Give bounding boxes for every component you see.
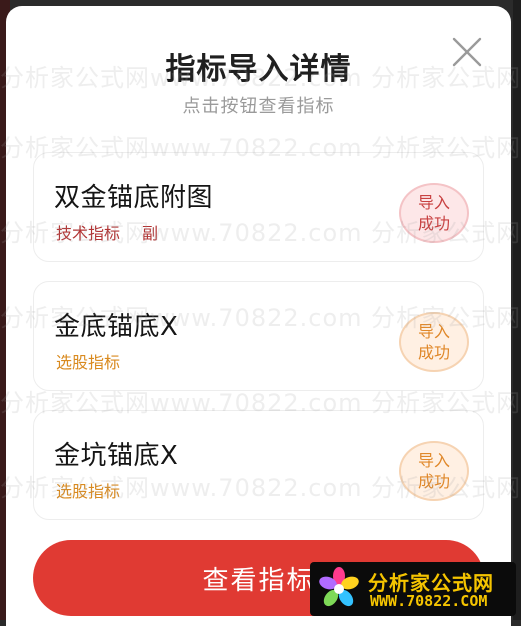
indicator-card: 金坑锚底X 选股指标 导入 成功 <box>33 410 484 520</box>
dialog-title: 指标导入详情 <box>165 52 352 87</box>
badge-line-1: 导入 <box>417 322 450 341</box>
backdrop-right <box>513 0 521 620</box>
tag-sub: 副 <box>142 224 159 243</box>
indicator-card: 金底锚底X 选股指标 导入 成功 <box>33 281 484 391</box>
import-success-badge: 导入 成功 <box>399 312 469 372</box>
import-success-badge: 导入 成功 <box>399 441 469 501</box>
flower-logo-icon <box>319 567 359 607</box>
tag-stock-selection: 选股指标 <box>56 353 121 372</box>
badge-line-2: 成功 <box>417 343 450 362</box>
close-icon[interactable] <box>451 36 483 68</box>
import-details-dialog: 指标导入详情 点击按钮查看指标 双金锚底附图 技术指标 副 导入 成功 金底锚底… <box>6 6 511 626</box>
indicator-tags: 技术指标 副 <box>56 220 158 244</box>
import-success-badge: 导入 成功 <box>399 183 469 243</box>
indicator-name: 金底锚底X <box>54 312 179 342</box>
site-logo: 分析家公式网 WWW.70822.COM <box>310 562 516 616</box>
dialog-subtitle: 点击按钮查看指标 <box>182 96 335 117</box>
badge-line-1: 导入 <box>417 193 450 212</box>
tag-technical: 技术指标 <box>56 224 121 243</box>
logo-url: WWW.70822.COM <box>370 592 488 610</box>
indicator-card: 双金锚底附图 技术指标 副 导入 成功 <box>33 152 484 262</box>
badge-line-2: 成功 <box>417 472 450 491</box>
tag-stock-selection: 选股指标 <box>56 482 121 501</box>
indicator-tags: 选股指标 <box>56 478 120 502</box>
badge-line-2: 成功 <box>417 214 450 233</box>
badge-line-1: 导入 <box>417 451 450 470</box>
indicator-name: 金坑锚底X <box>54 441 179 471</box>
indicator-name: 双金锚底附图 <box>54 183 214 213</box>
indicator-tags: 选股指标 <box>56 349 120 373</box>
